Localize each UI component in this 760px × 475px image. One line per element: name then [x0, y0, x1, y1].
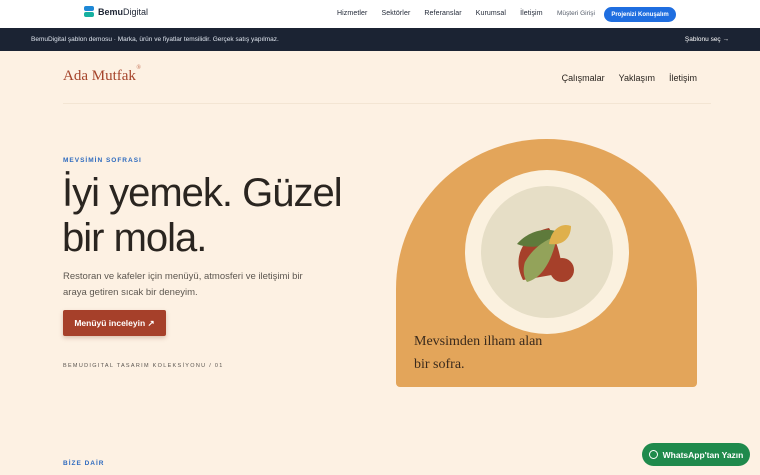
about-eyebrow: BİZE DAİR [63, 460, 105, 467]
project-cta-button[interactable]: Projenizi Konuşalım [604, 7, 676, 22]
registered-mark: ® [136, 65, 141, 71]
client-login-link[interactable]: Müşteri Girişi [557, 10, 595, 17]
view-menu-button[interactable]: Menüyü inceleyin ↗ [63, 310, 166, 336]
arch-caption-line-2: bir sofra. [414, 357, 465, 372]
leaf-yellow [549, 224, 571, 245]
site-header: Ada Mutfak ® Çalışmalar Yaklaşım İletişim [63, 51, 711, 104]
site-logo[interactable]: Ada Mutfak ® [63, 65, 141, 85]
nav-link-kurumsal[interactable]: Kurumsal [476, 10, 506, 17]
hero-eyebrow: MEVSİMİN SOFRASI [63, 157, 142, 164]
whatsapp-icon [648, 450, 658, 459]
site-nav-iletisim[interactable]: İletişim [669, 73, 697, 83]
brand-icon [84, 6, 94, 18]
collection-label: BEMUDIGITAL TASARIM KOLEKSİYONU / 01 [63, 363, 224, 369]
nav-link-hizmetler[interactable]: Hizmetler [337, 10, 367, 17]
hero-title: İyi yemek. Güzel bir mola. [62, 171, 343, 261]
nav-link-iletisim[interactable]: İletişim [520, 10, 543, 17]
nav-link-referanslar[interactable]: Referanslar [424, 10, 461, 17]
site-nav-yaklasim[interactable]: Yaklaşım [619, 73, 655, 83]
hero-arch-card: Mevsimden ilham alan bir sofra. [396, 139, 697, 387]
bemudigital-logo[interactable]: BemuDigital [84, 6, 148, 18]
hero-subtitle: Restoran ve kafeler için menüyü, atmosfe… [63, 271, 303, 298]
hero-title-line-2: bir mola. [62, 216, 207, 260]
demo-notice-bar: BemuDigital şablon demosu · Marka, ürün … [0, 28, 760, 51]
arch-caption: Mevsimden ilham alan bir sofra. [414, 330, 542, 376]
hero-title-line-1: İyi yemek. Güzel [62, 171, 343, 215]
demo-notice-text: BemuDigital şablon demosu · Marka, ürün … [31, 36, 279, 43]
site-nav-calismalar[interactable]: Çalışmalar [562, 73, 605, 83]
nav-link-sektorler[interactable]: Sektörler [381, 10, 410, 17]
whatsapp-button[interactable]: WhatsApp'tan Yazın [642, 443, 750, 466]
site-nav: Çalışmalar Yaklaşım İletişim [562, 73, 697, 83]
template-select-link[interactable]: Şablonu seç → [685, 36, 729, 43]
whatsapp-label: WhatsApp'tan Yazın [662, 449, 744, 460]
main-nav: Hizmetler Sektörler Referanslar Kurumsal… [337, 10, 557, 17]
plate-illustration [465, 170, 629, 334]
food-illustration [517, 224, 574, 282]
brand-name: BemuDigital [98, 7, 149, 17]
tomato-slice [550, 258, 574, 282]
top-navbar: BemuDigital Hizmetler Sektörler Referans… [0, 0, 760, 28]
arch-caption-line-1: Mevsimden ilham alan [414, 334, 543, 349]
